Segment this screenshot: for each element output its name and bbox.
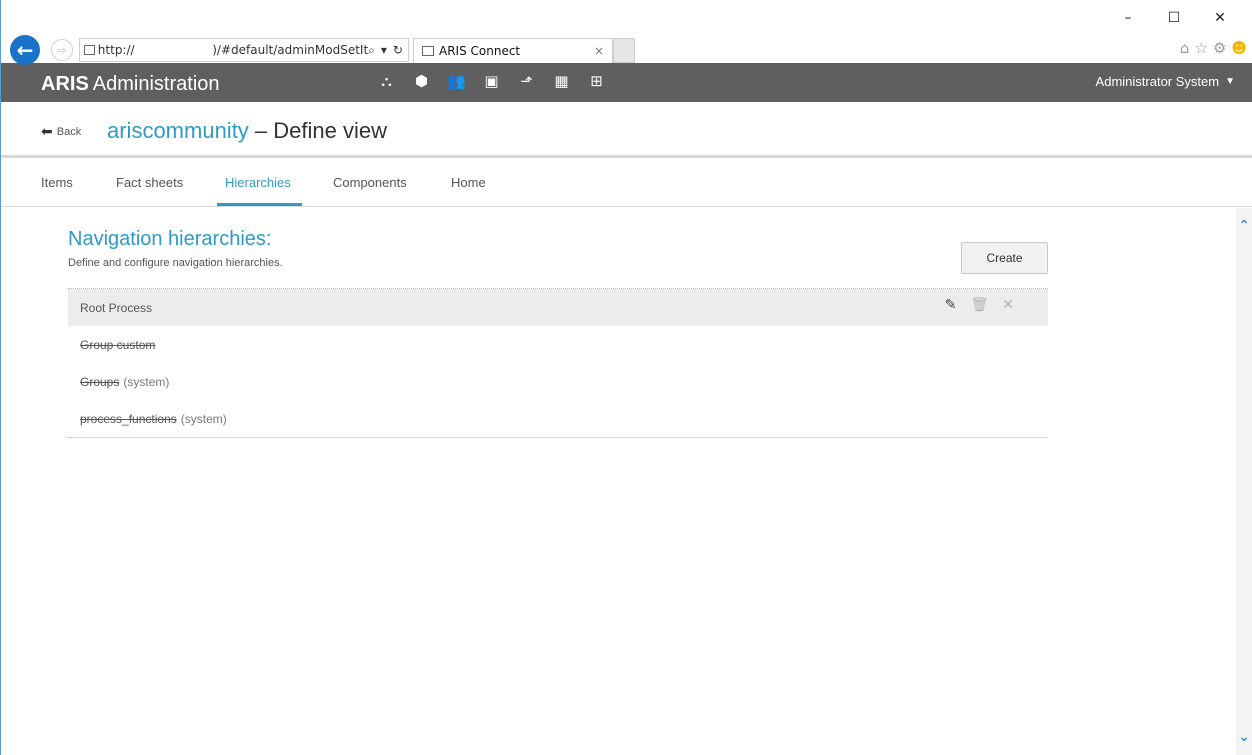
browser-back-button[interactable]: ← [10,35,40,65]
tab-page-icon [422,46,434,56]
maximize-button[interactable]: ☐ [1151,6,1197,30]
hierarchy-row[interactable]: Group custom [68,326,1048,363]
section-title: Navigation hierarchies: [68,228,272,250]
browser-toolbar-icons: ⌂ ☆ ⚙ ☻ [1180,39,1247,57]
tab-home[interactable]: Home [451,175,486,190]
page-title: ariscommunity – Define view [107,118,387,144]
header-nav-icons: ⛬ ⬢ 👥 ▣ ⬏ ▦ ⊞ [369,72,614,90]
sitemap-icon[interactable]: ⛬ [369,72,404,90]
home-icon[interactable]: ⌂ [1180,39,1190,57]
dropdown-icon[interactable]: ▾ [381,43,387,58]
title-rest: – Define view [248,118,387,143]
browser-tab[interactable]: ARIS Connect × [413,38,613,63]
page-icon [84,45,95,55]
section-description: Define and configure navigation hierarch… [68,257,283,269]
title-bar: ⬅ Back ariscommunity – Define view [1,102,1252,158]
tab-fact-sheets[interactable]: Fact sheets [116,175,183,190]
hierarchy-row[interactable]: process_functions (system) [68,400,1048,437]
hierarchy-list: Root Process ✎ 🗑 ✕ Group custom Groups (… [68,288,1048,438]
edit-pencil-icon[interactable]: ✎ [945,297,957,313]
minimize-button[interactable]: – [1105,6,1151,30]
vertical-scrollbar[interactable]: ⌃ ⌄ [1236,208,1252,755]
hierarchy-suffix: (system) [180,411,227,426]
user-name: Administrator System [1095,74,1220,89]
documents-icon[interactable]: ▣ [474,72,509,90]
brand-bold: ARIS [41,73,89,95]
apps-icon[interactable]: ▦ [544,72,579,90]
settings-gear-icon[interactable]: ⚙ [1213,39,1226,57]
scroll-up-chevron-icon[interactable]: ⌃ [1238,218,1250,234]
hierarchy-row[interactable]: Root Process ✎ 🗑 ✕ [68,289,1048,326]
package-icon[interactable]: ⬢ [404,72,439,90]
app-header: ARIS Administration ⛬ ⬢ 👥 ▣ ⬏ ▦ ⊞ Adminis… [1,63,1252,102]
hierarchy-suffix: (system) [123,374,170,389]
address-bar-actions: ⌕ ▾ ↻ [368,43,408,58]
feedback-smiley-icon[interactable]: ☻ [1231,39,1247,57]
scroll-down-chevron-icon[interactable]: ⌄ [1238,729,1250,745]
url-end: )/#default/adminModSetIt [212,43,369,57]
publish-icon[interactable]: ⬏ [509,72,544,90]
favorites-star-icon[interactable]: ☆ [1194,39,1207,57]
hierarchy-name: Group custom [80,337,156,352]
refresh-icon[interactable]: ↻ [393,43,403,58]
active-tab-indicator [217,203,302,206]
tab-components[interactable]: Components [333,175,407,190]
browser-forward-button[interactable]: ⇨ [51,39,73,61]
app-brand: ARIS Administration [41,73,220,96]
back-arrow-icon: ⬅ [41,124,53,140]
browser-window: – ☐ ✕ ← ⇨ http:// )/#default/adminModSet… [0,0,1252,755]
view-tabs: Items Fact sheets Hierarchies Components… [1,161,1252,207]
new-tab-button[interactable] [613,38,635,63]
hierarchy-name: process_functions [80,411,177,426]
tab-hierarchies[interactable]: Hierarchies [225,175,291,190]
hierarchy-name: Root Process [80,300,153,315]
back-label: Back [56,126,82,138]
hierarchy-name: Groups [80,374,120,389]
tab-items[interactable]: Items [41,175,73,190]
create-button[interactable]: Create [961,242,1048,274]
browser-chrome: – ☐ ✕ ← ⇨ http:// )/#default/adminModSet… [1,0,1252,65]
screen-icon[interactable]: ⊞ [579,72,614,90]
trash-icon[interactable]: 🗑 [970,297,988,313]
users-icon[interactable]: 👥 [439,72,474,90]
tab-title: ARIS Connect [439,44,521,58]
row-actions: ✎ 🗑 ✕ [945,297,1014,313]
main-content: Navigation hierarchies: Define and confi… [1,208,1237,755]
caret-down-icon: ▼ [1225,76,1235,87]
hierarchy-row[interactable]: Groups (system) [68,363,1048,400]
search-icon[interactable]: ⌕ [368,43,375,58]
forward-arrow-icon: ⇨ [57,43,67,57]
environment-name: ariscommunity [107,118,249,143]
brand-rest: Administration [92,73,220,95]
window-controls: – ☐ ✕ [1105,6,1243,30]
user-menu[interactable]: Administrator System ▼ [1096,74,1235,89]
address-bar[interactable]: http:// )/#default/adminModSetIt ⌕ ▾ ↻ [79,38,409,62]
close-x-icon[interactable]: ✕ [1002,297,1014,313]
back-link[interactable]: ⬅ Back [41,124,81,140]
back-arrow-icon: ← [16,38,34,62]
tab-close-icon[interactable]: × [594,44,604,58]
close-window-button[interactable]: ✕ [1197,6,1243,30]
url-start: http:// [97,43,135,57]
